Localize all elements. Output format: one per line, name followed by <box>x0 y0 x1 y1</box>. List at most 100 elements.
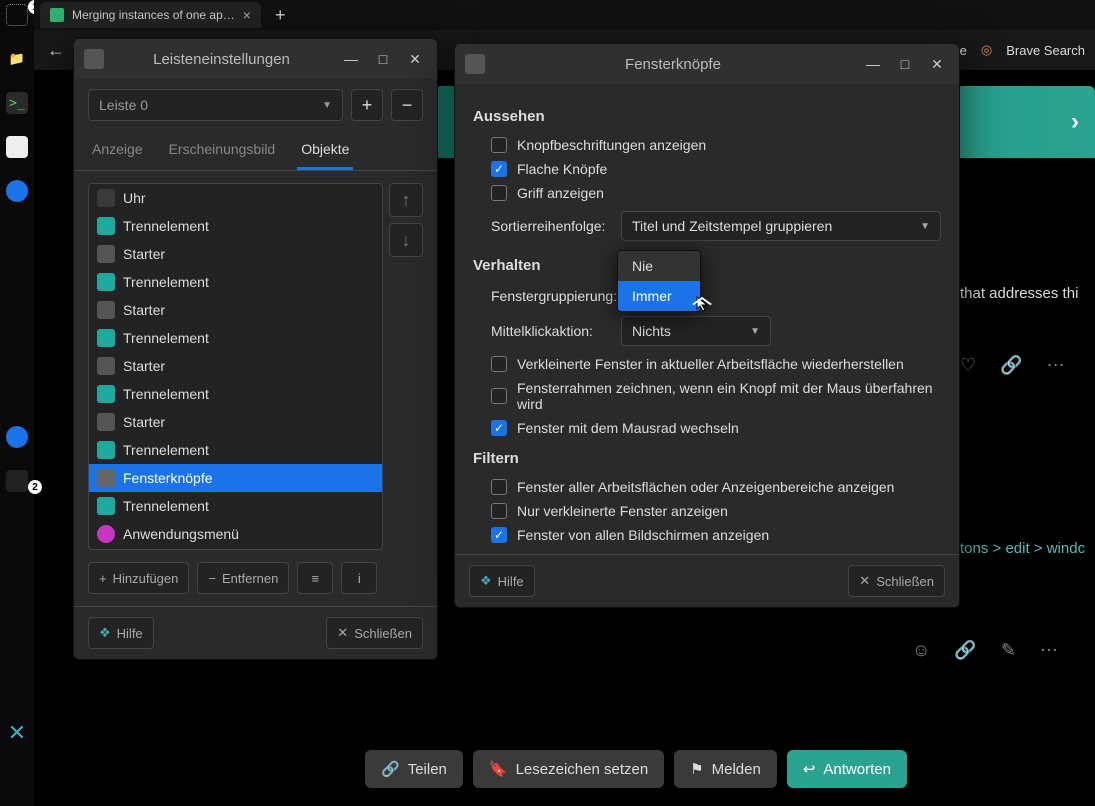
dropdown-option-never[interactable]: Nie <box>618 251 700 281</box>
bookmark-icon: 🔖 <box>489 760 508 778</box>
panel-item-row[interactable]: Trennelement <box>89 492 382 520</box>
item-info-button[interactable]: i <box>341 562 377 594</box>
menu-icon <box>97 525 115 543</box>
minimize-button[interactable]: — <box>861 52 885 76</box>
panel-item-row[interactable]: Starter <box>89 408 382 436</box>
chevron-right-icon[interactable]: › <box>1071 108 1079 136</box>
help-button[interactable]: ❖Hilfe <box>88 617 154 649</box>
browser-tabbar: Merging instances of one ap… × + <box>34 0 1095 30</box>
panel-item-label: Starter <box>123 302 165 318</box>
panel-item-label: Starter <box>123 246 165 262</box>
share-button[interactable]: 🔗Teilen <box>365 750 463 788</box>
checkbox-label: Flache Knöpfe <box>517 161 607 177</box>
bookmark-button[interactable]: 🔖Lesezeichen setzen <box>473 750 664 788</box>
checkbox-show-handle[interactable] <box>491 185 507 201</box>
running-app-icon[interactable] <box>6 426 28 448</box>
reply-icon: ↩ <box>803 760 816 778</box>
panel-item-row[interactable]: Anwendungsmenü <box>89 520 382 548</box>
panel-item-row[interactable]: Trennelement <box>89 380 382 408</box>
more-icon[interactable]: ⋯ <box>1040 640 1058 661</box>
sep-icon <box>97 497 115 515</box>
notes-icon[interactable] <box>6 136 28 158</box>
maximize-button[interactable]: □ <box>893 52 917 76</box>
checkbox-all-workspaces[interactable] <box>491 479 507 495</box>
flag-button[interactable]: ⚑Melden <box>674 750 777 788</box>
sort-order-select[interactable]: Titel und Zeitstempel gruppieren▼ <box>621 211 941 241</box>
chromium-icon[interactable] <box>6 180 28 202</box>
middle-click-select[interactable]: Nichts▼ <box>621 316 771 346</box>
middle-click-label: Mittelklickaktion: <box>491 323 611 339</box>
tab-items[interactable]: Objekte <box>297 131 353 170</box>
desktop-taskbar: 1 📁 >_ 2 ✕ <box>0 0 34 806</box>
checkbox-draw-frame[interactable] <box>491 388 507 404</box>
minimize-button[interactable]: — <box>339 47 363 71</box>
panel-item-row[interactable]: Fensterknöpfe <box>89 464 382 492</box>
close-window-button[interactable]: ✕ <box>403 47 427 71</box>
search-engine-label[interactable]: Brave Search <box>1006 43 1085 58</box>
reply-button[interactable]: ↩Antworten <box>787 750 907 788</box>
panel-item-row[interactable]: Uhr <box>89 184 382 212</box>
checkbox-restore-minimized[interactable] <box>491 356 507 372</box>
heart-icon[interactable]: ♡ <box>960 355 976 376</box>
checkbox-show-labels[interactable] <box>491 137 507 153</box>
move-up-button[interactable]: ↑ <box>389 183 423 217</box>
xfce-logo-icon[interactable]: ✕ <box>8 720 26 746</box>
checkbox-all-monitors[interactable]: ✓ <box>491 527 507 543</box>
close-tab-icon[interactable]: × <box>243 7 251 23</box>
add-panel-button[interactable]: + <box>351 89 383 121</box>
panel-item-label: Anwendungsmenü <box>123 526 239 542</box>
new-tab-button[interactable]: + <box>275 5 286 26</box>
panel-select[interactable]: Leiste 0 ▼ <box>88 89 343 121</box>
panel-items-list[interactable]: UhrTrennelementStarterTrennelementStarte… <box>88 183 383 550</box>
panel-item-row[interactable]: Trennelement <box>89 268 382 296</box>
maximize-button[interactable]: □ <box>371 47 395 71</box>
panel-item-row[interactable]: Trennelement <box>89 324 382 352</box>
files-icon[interactable]: 📁 <box>6 48 28 70</box>
tab-display[interactable]: Anzeige <box>88 131 147 170</box>
remove-item-button[interactable]: − Entfernen <box>197 562 289 594</box>
more-icon[interactable]: ⋯ <box>1047 355 1065 376</box>
panel-item-label: Trennelement <box>123 498 209 514</box>
chevron-down-icon: ▼ <box>750 326 760 337</box>
titlebar[interactable]: Fensterknöpfe — □ ✕ <box>455 44 959 84</box>
tab-appearance[interactable]: Erscheinungsbild <box>165 131 280 170</box>
checkbox-minimized-only[interactable] <box>491 503 507 519</box>
window-icon <box>84 49 104 69</box>
section-behaviour: Verhalten <box>473 257 941 274</box>
checkbox-wheel-switch[interactable]: ✓ <box>491 420 507 436</box>
titlebar[interactable]: Leisteneinstellungen — □ ✕ <box>74 39 437 79</box>
winbut-icon <box>97 469 115 487</box>
remove-panel-button[interactable]: − <box>391 89 423 121</box>
help-button[interactable]: ❖Hilfe <box>469 565 535 597</box>
checkbox-label: Fenster mit dem Mausrad wechseln <box>517 420 739 436</box>
panel-item-row[interactable]: Trennelement <box>89 436 382 464</box>
checkbox-label: Knopfbeschriftungen anzeigen <box>517 137 706 153</box>
close-button[interactable]: ✕Schließen <box>848 565 945 597</box>
dropdown-option-always[interactable]: Immer <box>618 281 700 311</box>
close-window-button[interactable]: ✕ <box>925 52 949 76</box>
item-menu-button[interactable]: ≡ <box>297 562 333 594</box>
add-item-button[interactable]: + Hinzufügen <box>88 562 189 594</box>
link-icon[interactable]: 🔗 <box>954 640 976 661</box>
workspace-indicator[interactable] <box>6 4 28 26</box>
back-button[interactable]: ← <box>44 40 68 61</box>
panel-item-label: Trennelement <box>123 330 209 346</box>
browser-tab[interactable]: Merging instances of one ap… × <box>40 2 261 28</box>
smile-icon[interactable]: ☺ <box>912 640 930 661</box>
pencil-icon[interactable]: ✎ <box>1001 640 1016 661</box>
move-down-button[interactable]: ↓ <box>389 223 423 257</box>
terminal-icon[interactable]: >_ <box>6 92 28 114</box>
panel-item-row[interactable]: Trennelement <box>89 212 382 240</box>
panel-item-row[interactable]: Starter <box>89 296 382 324</box>
panel-item-row[interactable]: Starter <box>89 240 382 268</box>
close-button[interactable]: ✕Schließen <box>326 617 423 649</box>
brave-shield-icon[interactable]: ◎ <box>981 42 992 58</box>
clock-icon <box>97 189 115 207</box>
checkbox-flat-buttons[interactable]: ✓ <box>491 161 507 177</box>
window-grouping-label: Fenstergruppierung: <box>491 288 617 304</box>
running-app-icon[interactable] <box>6 470 28 492</box>
link-icon[interactable]: 🔗 <box>1000 355 1022 376</box>
panel-item-row[interactable]: Starter <box>89 352 382 380</box>
window-grouping-dropdown[interactable]: Nie Immer <box>617 250 701 312</box>
checkbox-label: Griff anzeigen <box>517 185 604 201</box>
